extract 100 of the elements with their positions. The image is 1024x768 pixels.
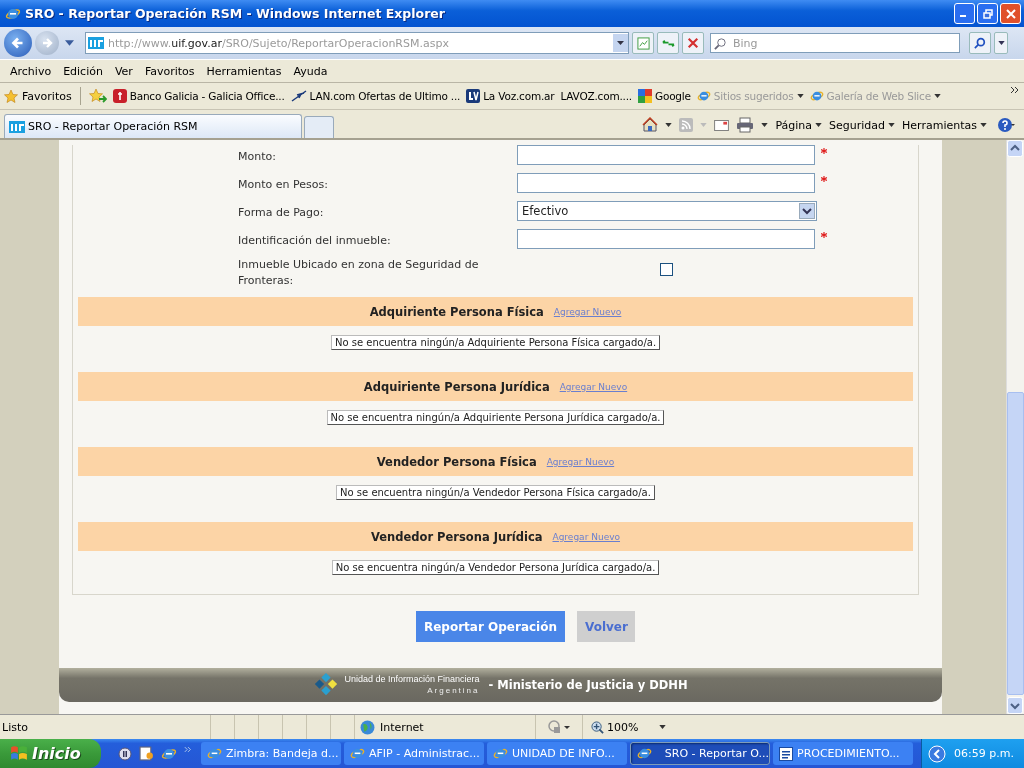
caret-icon: [815, 123, 823, 127]
site-logo-icon: [9, 120, 25, 133]
section-title: Vendedor Persona Física: [376, 454, 537, 469]
plane-icon: [290, 90, 307, 102]
browser-e-icon: [809, 89, 824, 103]
caret-icon: [888, 123, 896, 127]
newspaper-logo-icon: [466, 89, 481, 103]
report-button[interactable]: Reportar Operación: [416, 611, 565, 642]
menu-item[interactable]: Favoritos: [138, 64, 201, 78]
media-player-icon[interactable]: [118, 746, 132, 761]
organization-name: Unidad de Información Financiera: [344, 674, 480, 685]
start-button[interactable]: Inicio: [0, 739, 101, 768]
refresh-button[interactable]: [657, 32, 679, 54]
scroll-up-icon[interactable]: [1007, 140, 1023, 157]
taskbar-button[interactable]: Zimbra: Bandeja d...: [201, 742, 341, 765]
address-field[interactable]: http://www.uif.gov.ar/SRO/Sujeto/ReportarOperacionRSM.aspx: [85, 32, 629, 54]
favorites-link[interactable]: Google: [638, 89, 691, 103]
minimize-button[interactable]: [954, 3, 975, 24]
ministry-name: - Ministerio de Justicia y DDHH: [488, 678, 688, 692]
text-input[interactable]: [517, 229, 815, 249]
security-zone: Internet: [380, 720, 424, 734]
add-favorite-icon[interactable]: [88, 88, 107, 104]
browser-e-icon: [350, 746, 365, 761]
taskbar-button[interactable]: AFIP - Administrac...: [344, 742, 484, 765]
globe-icon: [360, 719, 375, 735]
more-chevron-icon[interactable]: [1010, 86, 1020, 94]
checkbox[interactable]: [660, 263, 673, 276]
menu-item[interactable]: Ayuda: [287, 64, 334, 78]
caret-icon: [665, 123, 673, 127]
taskbar-button[interactable]: UNIDAD DE INFO...: [487, 742, 627, 765]
word-document-icon: [779, 746, 793, 761]
command-menu[interactable]: Página: [775, 118, 823, 132]
taskbar-button[interactable]: SRO - Reportar O...: [630, 742, 770, 765]
document-icon[interactable]: [139, 746, 154, 761]
field-label: Forma de Pago:: [237, 205, 325, 221]
printer-icon[interactable]: [736, 117, 755, 133]
home-icon[interactable]: [642, 117, 659, 133]
caret-icon[interactable]: [65, 40, 74, 46]
favorites-link[interactable]: LAN.com Ofertas de Ultimo ...: [290, 90, 461, 102]
menu-item[interactable]: Edición: [57, 64, 109, 78]
close-button[interactable]: [1000, 3, 1021, 24]
favorites-button[interactable]: Favoritos: [4, 89, 72, 103]
menu-item[interactable]: Ver: [108, 64, 139, 78]
menu-item[interactable]: Archivo: [4, 64, 58, 78]
scrollbar-thumb[interactable]: [1007, 392, 1024, 695]
close-icon: [1005, 8, 1016, 19]
field-label: Inmueble Ubicado en zona de Seguridad de Fronteras:: [237, 257, 480, 289]
scroll-down-icon[interactable]: [1007, 697, 1023, 714]
search-options-button[interactable]: [994, 32, 1008, 54]
caret-icon: [761, 123, 769, 127]
diamond-logo-icon: [313, 672, 340, 698]
favorites-link[interactable]: LAVOZ.com....: [560, 90, 632, 102]
required-asterisk-icon: [821, 148, 827, 154]
section-title: Vendedor Persona Jurídica: [370, 529, 543, 544]
search-button[interactable]: [969, 32, 991, 54]
caret-icon: [659, 725, 667, 729]
section-title: Adquiriente Persona Jurídica: [363, 379, 550, 394]
restore-button[interactable]: [977, 3, 998, 24]
window-title: SRO - Reportar Operación RSM - Windows Internet Explorer: [25, 6, 446, 21]
status-text: Listo: [1, 720, 29, 734]
vertical-scrollbar[interactable]: [1006, 140, 1024, 714]
clock: 06:59 p.m.: [954, 747, 1014, 760]
favorites-link[interactable]: La Voz.com.ar: [466, 89, 555, 103]
browser-tab[interactable]: SRO - Reportar Operación RSM: [4, 114, 302, 138]
back-button[interactable]: [4, 29, 32, 57]
section-title: Adquiriente Persona Física: [369, 304, 544, 319]
protected-mode-icon[interactable]: [548, 720, 570, 734]
menu-item[interactable]: Herramientas: [200, 64, 288, 78]
stop-button[interactable]: [682, 32, 704, 54]
field-label: Identificación del inmueble:: [237, 233, 392, 249]
star-icon: [4, 89, 18, 103]
show-hidden-icons-icon[interactable]: [928, 744, 947, 763]
field-label: Monto en Pesos:: [237, 177, 329, 193]
caret-icon: [980, 123, 987, 127]
empty-message: No se encuentra ningún/a Adquiriente Persona Física cargado/a.: [330, 335, 661, 350]
caret-icon: [997, 41, 1005, 45]
colored-squares-icon: [638, 89, 652, 103]
site-logo-icon: [88, 37, 104, 49]
favorites-link[interactable]: Banco Galicia - Galicia Office...: [112, 89, 285, 103]
taskbar-button[interactable]: PROCEDIMIENTO...: [773, 742, 913, 765]
field-label: Monto:: [237, 149, 277, 165]
caret-icon: [796, 94, 804, 98]
country-name: Argentina: [427, 685, 480, 696]
page-chart-icon: [636, 36, 650, 50]
mail-icon[interactable]: [714, 119, 730, 131]
caret-icon: [933, 94, 941, 98]
empty-message: No se encuentra ningún/a Adquiriente Persona Jurídica cargado/a.: [326, 410, 665, 425]
command-menu[interactable]: Seguridad: [829, 118, 896, 132]
text-input[interactable]: [517, 145, 815, 165]
zoom-in-icon: [591, 720, 604, 734]
payment-select[interactable]: Efectivo: [517, 201, 817, 221]
text-input[interactable]: [517, 173, 815, 193]
caret-icon: [700, 123, 708, 127]
command-menu[interactable]: Herramientas: [902, 118, 987, 132]
search-field[interactable]: Bing: [710, 33, 960, 53]
minimize-icon: [959, 15, 966, 17]
browser-e-icon: [207, 746, 222, 761]
required-asterisk-icon: [821, 176, 827, 182]
search-icon: [974, 37, 986, 49]
empty-message: No se encuentra ningún/a Vendedor Persona Física cargado/a.: [336, 485, 655, 500]
